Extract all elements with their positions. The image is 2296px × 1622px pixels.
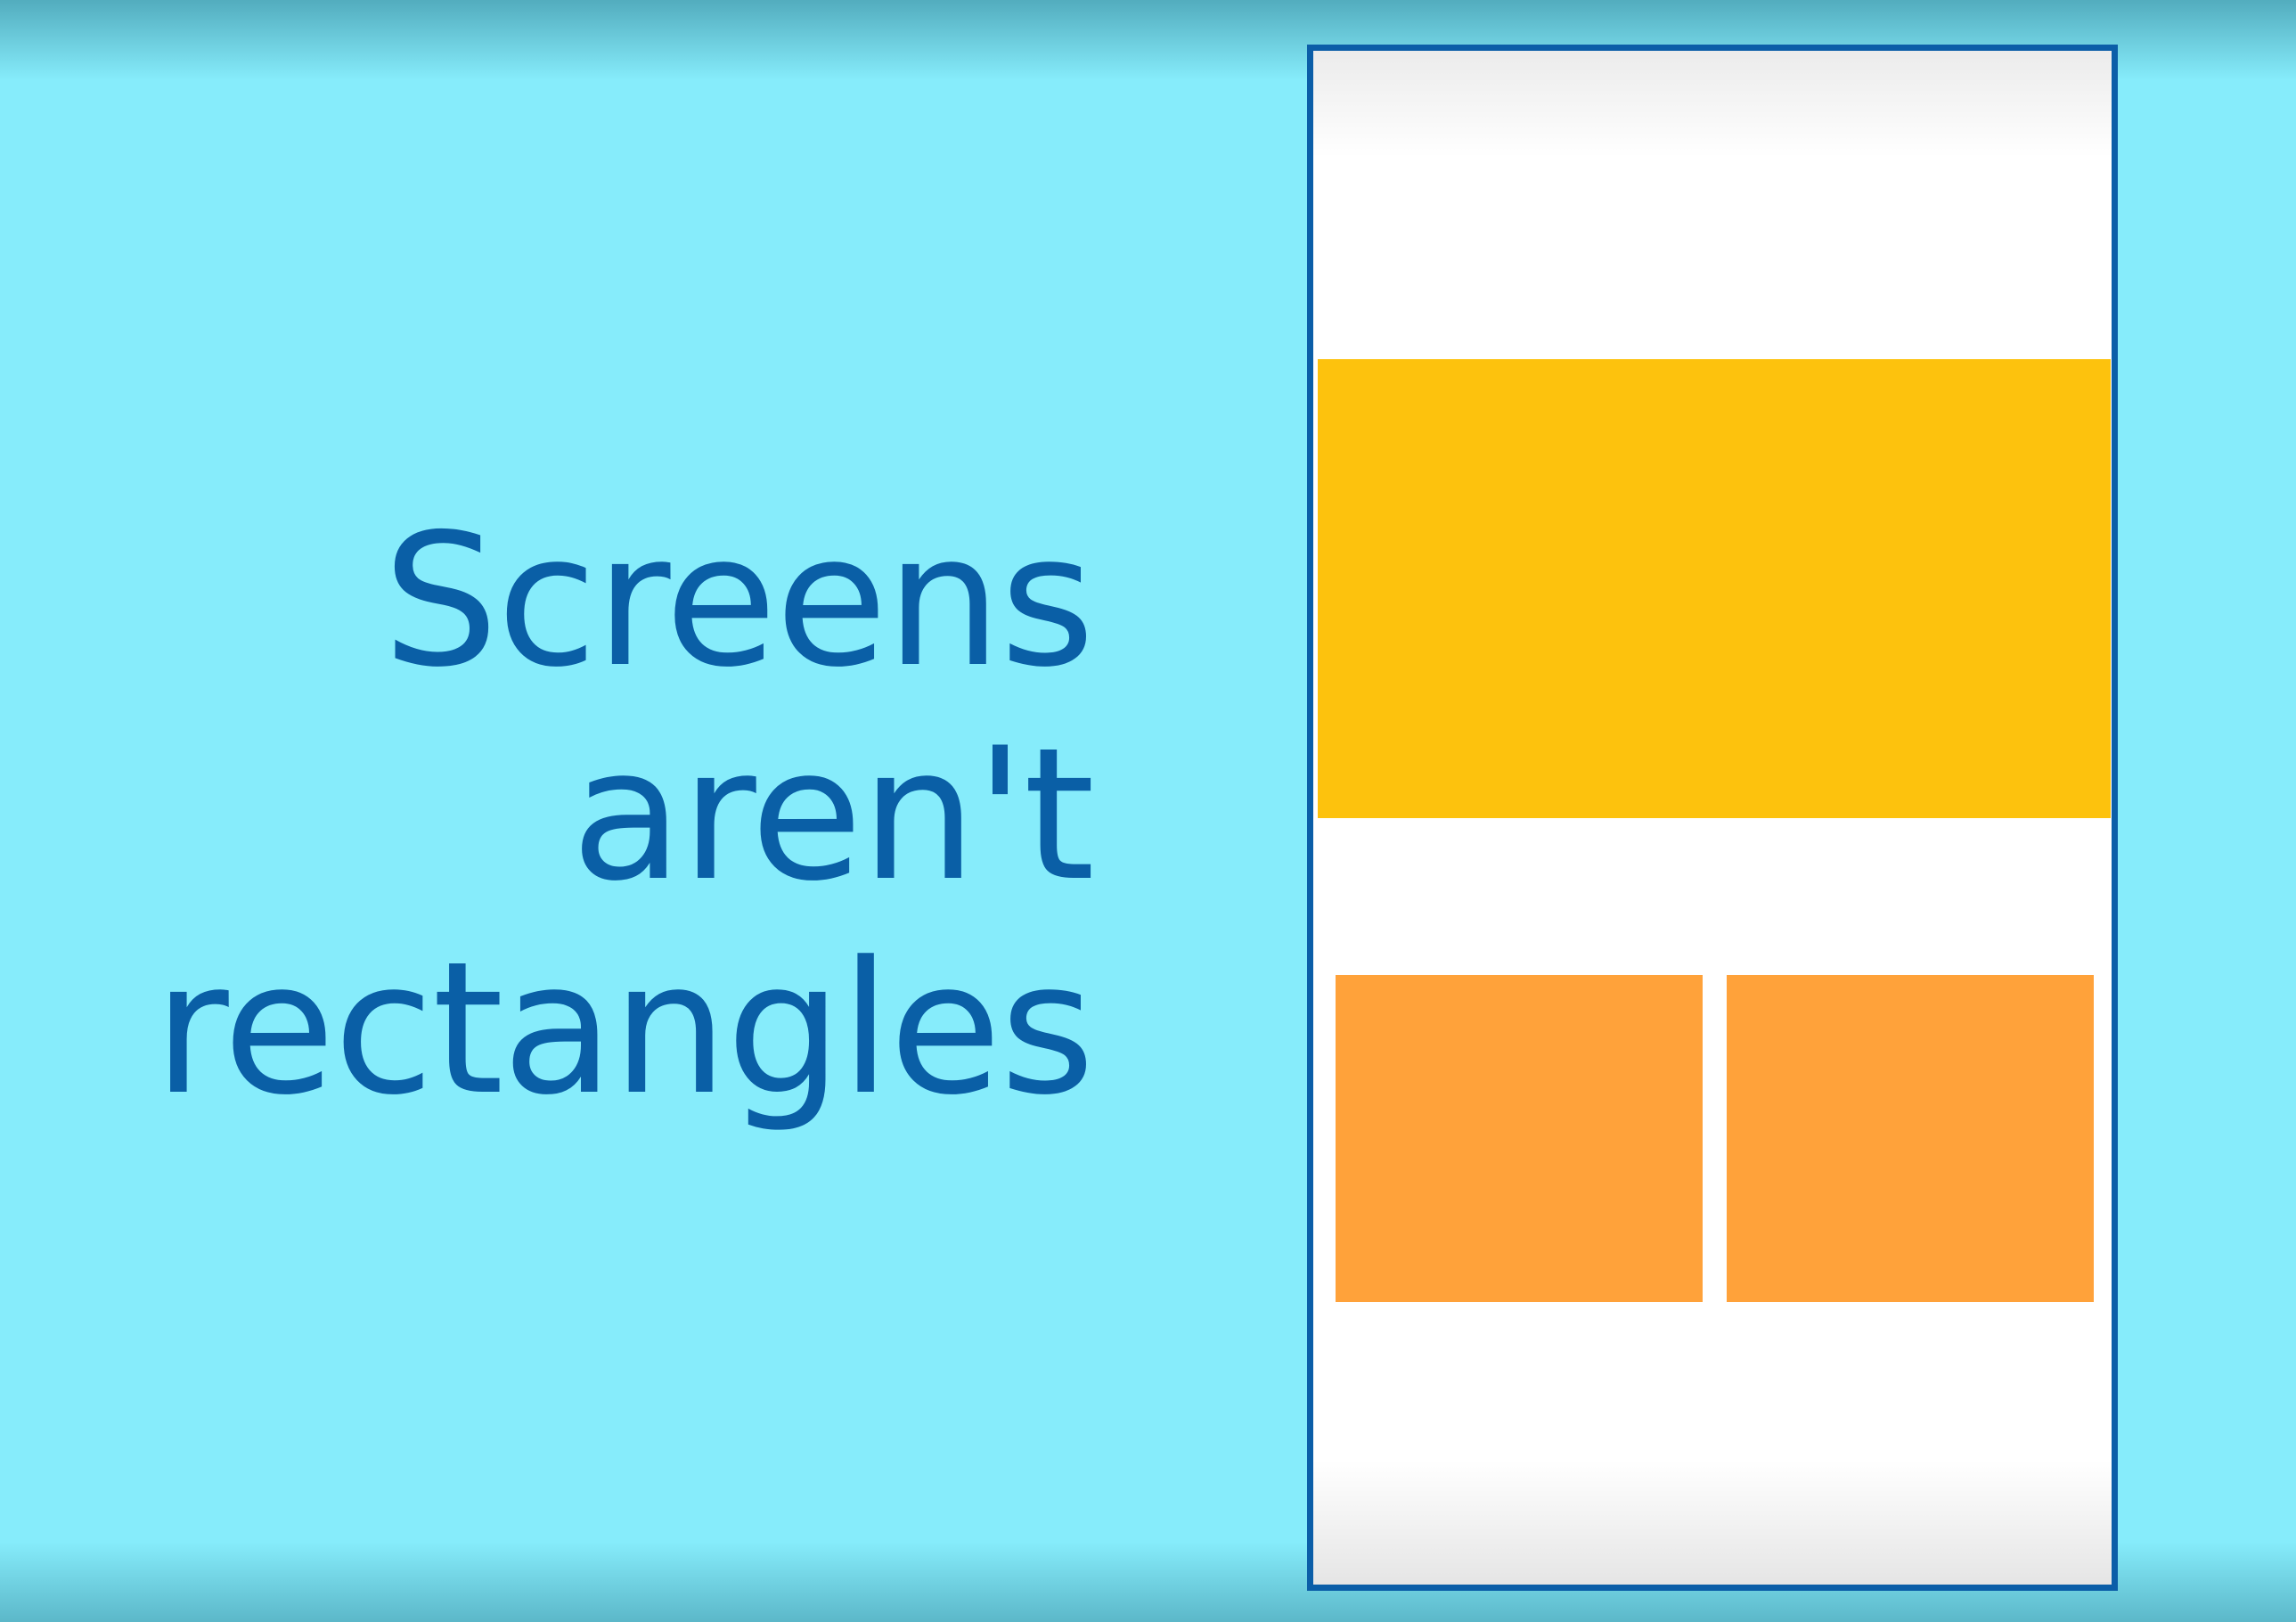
headline-line-3: rectangles	[153, 923, 1095, 1135]
hero-block	[1318, 359, 2111, 818]
phone-bottom-shadow	[1313, 1460, 2112, 1585]
tile-left	[1336, 975, 1703, 1302]
phone-screen-outline	[1307, 45, 2118, 1591]
slide: Screens aren't rectangles	[0, 0, 2296, 1622]
headline-line-2: aren't	[570, 709, 1095, 922]
headline: Screens aren't rectangles	[113, 495, 1095, 1136]
tile-right	[1727, 975, 2094, 1302]
phone-top-shadow	[1313, 51, 2112, 158]
headline-line-1: Screens	[382, 496, 1095, 708]
